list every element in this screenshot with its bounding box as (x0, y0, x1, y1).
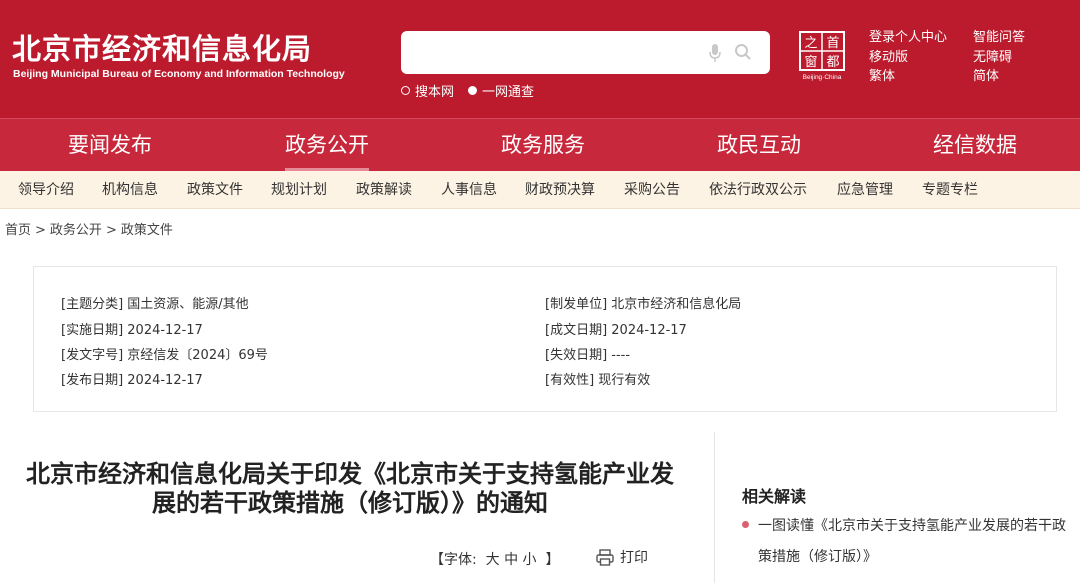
breadcrumb-policy-docs[interactable]: 政策文件 (121, 223, 173, 238)
top-links-col1: 登录个人中心 移动版 繁体 (869, 28, 947, 87)
radio-checked-icon[interactable] (468, 86, 478, 95)
simplified-link[interactable]: 简体 (973, 67, 1025, 87)
sub-nav-item[interactable]: 专题专栏 (922, 171, 978, 209)
mobile-link[interactable]: 移动版 (869, 48, 947, 68)
capital-seal-logo[interactable]: 之 首 窗 都 Beijing·China (798, 31, 846, 81)
sub-nav-item[interactable]: 采购公告 (624, 171, 680, 209)
breadcrumb-disclosure[interactable]: 政务公开 (50, 223, 102, 238)
meta-issuer: [制发单位] 北京市经济和信息化局 (545, 297, 742, 312)
meta-topic: [主题分类] 国土资源、能源/其他 (61, 297, 249, 312)
main-nav-disclosure[interactable]: 政务公开 (285, 119, 369, 172)
font-size-label: 【字体: (430, 552, 477, 568)
main-nav-data[interactable]: 经信数据 (933, 119, 1017, 172)
site-title[interactable]: 北京市经济和信息化局 (12, 26, 312, 68)
search-input[interactable] (401, 31, 770, 74)
bullet-icon (742, 521, 749, 528)
document-metadata: [主题分类] 国土资源、能源/其他 [实施日期] 2024-12-17 [发文字… (33, 266, 1057, 412)
breadcrumb-separator: > (35, 223, 46, 238)
font-size-large[interactable]: 大 (486, 552, 500, 568)
main-nav-services[interactable]: 政务服务 (501, 119, 585, 172)
printer-icon (596, 548, 614, 566)
radio-unchecked-icon[interactable] (401, 86, 410, 95)
article-title-line1: 北京市经济和信息化局关于印发《北京市关于支持氢能产业发 (26, 460, 674, 488)
article-title-line2: 展的若干政策措施（修订版）》的通知 (152, 489, 548, 517)
related-link-line1: 一图读懂《北京市关于支持氢能产业发展的若干政 (758, 518, 1066, 534)
accessibility-link[interactable]: 无障碍 (973, 48, 1025, 68)
related-link-line2: 策措施（修订版）》 (758, 549, 877, 565)
sub-nav-item[interactable]: 人事信息 (441, 171, 497, 209)
sub-nav-item[interactable]: 规划计划 (271, 171, 327, 209)
meta-written-date: [成文日期] 2024-12-17 (545, 323, 687, 338)
meta-publish-date: [发布日期] 2024-12-17 (61, 373, 203, 388)
breadcrumb-home[interactable]: 首页 (5, 223, 31, 238)
sub-nav-item[interactable]: 政策解读 (356, 171, 412, 209)
related-reading-link[interactable]: 一图读懂《北京市关于支持氢能产业发展的若干政 策措施（修订版）》 (758, 511, 1080, 573)
sub-nav-item[interactable]: 应急管理 (837, 171, 893, 209)
traditional-link[interactable]: 繁体 (869, 67, 947, 87)
microphone-icon[interactable] (708, 43, 722, 63)
sub-nav-item[interactable]: 领导介绍 (18, 171, 74, 209)
site-header: 北京市经济和信息化局 Beijing Municipal Bureau of E… (0, 0, 1080, 118)
search-scope-site[interactable]: 搜本网 (401, 81, 454, 100)
meta-doc-number: [发文字号] 京经信发〔2024〕69号 (61, 348, 268, 363)
breadcrumb: 首页 > 政务公开 > 政策文件 (5, 219, 173, 238)
login-link[interactable]: 登录个人中心 (869, 28, 947, 48)
search-scope-all[interactable]: 一网通查 (468, 81, 534, 100)
svg-text:之: 之 (804, 36, 817, 51)
article-title: 北京市经济和信息化局关于印发《北京市关于支持氢能产业发 展的若干政策措施（修订版… (0, 460, 700, 518)
search-icon[interactable] (734, 43, 752, 61)
content-divider (714, 432, 715, 583)
sub-nav-item[interactable]: 机构信息 (102, 171, 158, 209)
svg-text:Beijing·China: Beijing·China (803, 74, 842, 81)
site-subtitle: Beijing Municipal Bureau of Economy and … (13, 68, 345, 80)
svg-text:首: 首 (826, 36, 839, 51)
sub-nav: 领导介绍 机构信息 政策文件 规划计划 政策解读 人事信息 财政预决算 采购公告… (0, 171, 1080, 209)
sub-nav-item[interactable]: 依法行政双公示 (709, 171, 807, 209)
font-size-end: 】 (545, 552, 560, 568)
search-scope: 搜本网 一网通查 (401, 81, 534, 100)
svg-text:窗: 窗 (804, 54, 817, 70)
font-size-medium[interactable]: 中 (504, 552, 518, 568)
font-size-small[interactable]: 小 (523, 552, 537, 568)
print-label: 打印 (620, 550, 648, 566)
meta-effective-date: [实施日期] 2024-12-17 (61, 323, 203, 338)
breadcrumb-separator: > (105, 223, 117, 238)
related-reading-title: 相关解读 (742, 487, 807, 506)
print-button[interactable]: 打印 (596, 547, 648, 567)
font-size-control: 【字体: 大 中 小 】 (430, 549, 559, 569)
main-nav: 要闻发布 政务公开 政务服务 政民互动 经信数据 (0, 118, 1080, 171)
meta-validity: [有效性] 现行有效 (545, 373, 651, 388)
sub-nav-item[interactable]: 财政预决算 (525, 171, 595, 209)
svg-text:都: 都 (826, 55, 839, 70)
main-nav-news[interactable]: 要闻发布 (68, 119, 152, 172)
smart-qa-link[interactable]: 智能问答 (973, 28, 1025, 48)
meta-expiry-date: [失效日期] ---- (545, 348, 631, 363)
sub-nav-item[interactable]: 政策文件 (187, 171, 243, 209)
main-nav-interaction[interactable]: 政民互动 (717, 119, 801, 172)
top-links-col2: 智能问答 无障碍 简体 (973, 28, 1025, 87)
